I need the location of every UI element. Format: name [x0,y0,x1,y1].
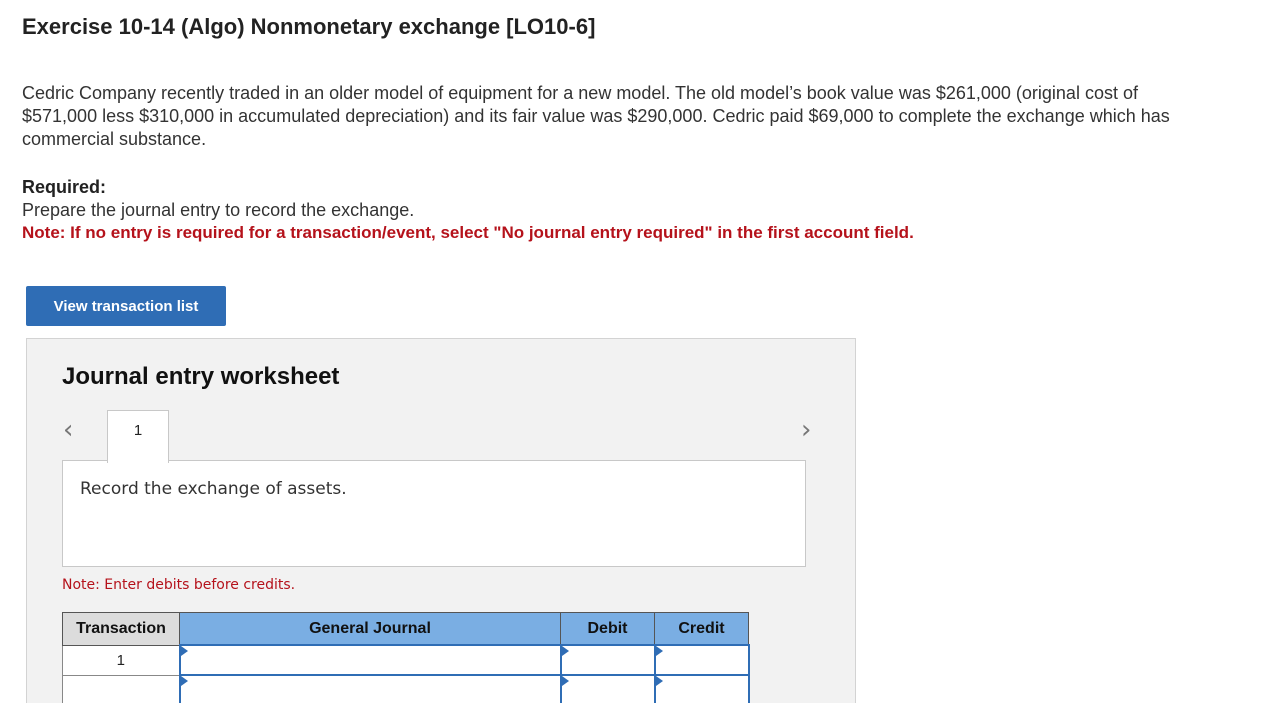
column-header-general-journal: General Journal [179,612,561,646]
record-instruction-text: Record the exchange of assets. [80,479,347,499]
page: Exercise 10-14 (Algo) Nonmonetary exchan… [0,0,1272,703]
account-cell[interactable] [178,644,562,676]
column-header-transaction: Transaction [62,612,180,646]
debit-cell[interactable] [559,674,656,703]
debit-cell[interactable] [559,644,656,676]
chevron-right-icon[interactable]: › [801,415,811,445]
account-input[interactable] [180,676,560,703]
journal-entry-worksheet: Journal entry worksheet ‹ › 1 Record the… [26,338,856,703]
tab-transaction-1[interactable]: 1 [107,410,169,463]
journal-table: Transaction General Journal Debit Credit… [62,612,750,703]
credit-input[interactable] [655,646,748,674]
worksheet-title: Journal entry worksheet [62,363,340,390]
table-row [62,674,750,703]
debit-input[interactable] [561,676,654,703]
required-text: Prepare the journal entry to record the … [22,200,415,220]
table-row: 1 [62,644,750,676]
debit-input[interactable] [561,646,654,674]
credit-cell[interactable] [653,674,750,703]
chevron-left-icon[interactable]: ‹ [63,415,73,445]
credit-input[interactable] [655,676,748,703]
journal-header-row: Transaction General Journal Debit Credit [62,612,749,646]
dropdown-marker-icon [655,646,663,656]
column-header-credit: Credit [654,612,749,646]
debits-before-credits-note: Note: Enter debits before credits. [62,577,296,593]
view-transaction-list-button[interactable]: View transaction list [26,286,226,326]
transaction-number [62,674,180,703]
credit-cell[interactable] [653,644,750,676]
dropdown-marker-icon [655,676,663,686]
no-entry-note: Note: If no entry is required for a tran… [22,223,914,242]
account-input[interactable] [180,646,560,674]
problem-text: Cedric Company recently traded in an old… [22,83,1170,149]
dropdown-marker-icon [180,676,188,686]
dropdown-marker-icon [561,676,569,686]
page-title: Exercise 10-14 (Algo) Nonmonetary exchan… [22,14,596,39]
record-instruction-box: Record the exchange of assets. [62,460,806,567]
transaction-number: 1 [62,644,180,676]
column-header-debit: Debit [560,612,655,646]
account-cell[interactable] [178,674,562,703]
dropdown-marker-icon [180,646,188,656]
dropdown-marker-icon [561,646,569,656]
required-label: Required: [22,177,107,197]
